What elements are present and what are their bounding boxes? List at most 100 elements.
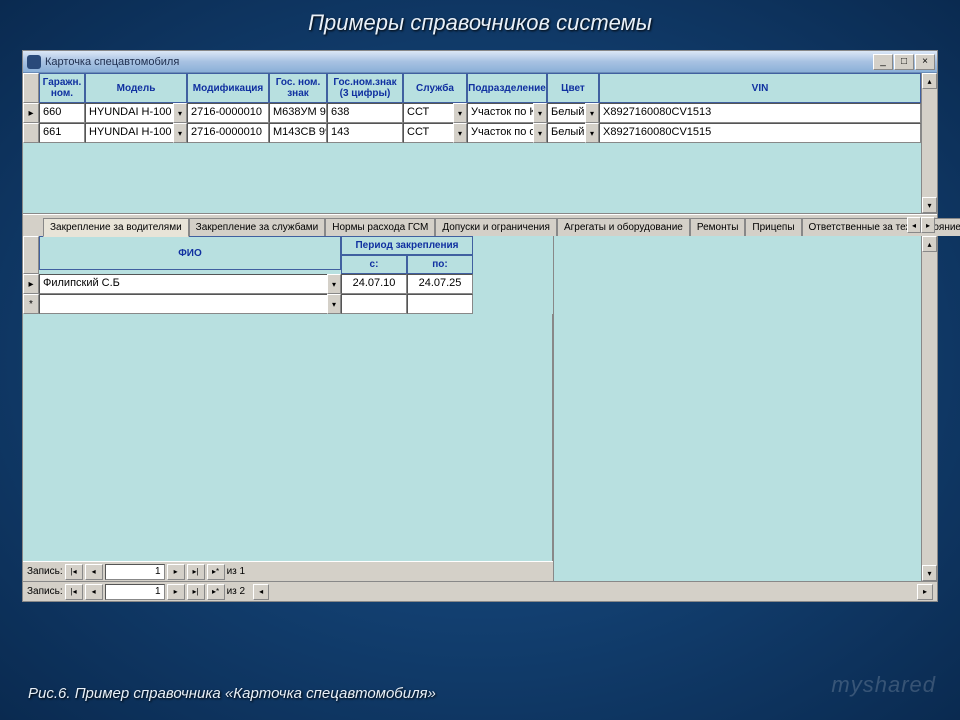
cell-garage[interactable]: 661 (39, 123, 85, 143)
table-row[interactable]: ▸ Филипский С.Б▾ 24.07.10 24.07.25 (23, 274, 553, 294)
scroll-down-icon[interactable]: ▾ (922, 565, 937, 581)
cell-fio[interactable] (39, 294, 327, 314)
table-row[interactable]: 661 HYUNDAI H-100▾ 2716-0000010 М143СВ 9… (23, 123, 921, 143)
table-row[interactable]: * ▾ (23, 294, 553, 314)
nav-next-icon[interactable]: ▸ (167, 564, 185, 580)
tab-scroll-left-icon[interactable]: ◂ (907, 217, 921, 233)
cell-color[interactable]: Белый (547, 123, 585, 143)
tab-scroll-right-icon[interactable]: ▸ (921, 217, 935, 233)
cell-model[interactable]: HYUNDAI H-100 (85, 103, 173, 123)
close-button[interactable]: × (915, 54, 935, 70)
tab-responsible[interactable]: Ответственные за тех.состояние (802, 218, 960, 236)
cell-gos3[interactable]: 143 (327, 123, 403, 143)
dropdown-icon[interactable]: ▾ (453, 103, 467, 123)
dropdown-icon[interactable]: ▾ (173, 123, 187, 143)
nav-new-icon[interactable]: ▸* (207, 584, 225, 600)
nav-first-icon[interactable]: |◂ (65, 584, 83, 600)
col-model[interactable]: Модель (85, 73, 187, 103)
figure-caption: Рис.6. Пример справочника «Карточка спец… (28, 685, 436, 702)
cell-service[interactable]: ССТ (403, 123, 453, 143)
col-period[interactable]: Период закрепления (341, 236, 473, 255)
cell-from[interactable] (341, 294, 407, 314)
col-color[interactable]: Цвет (547, 73, 599, 103)
cell-to[interactable]: 24.07.25 (407, 274, 473, 294)
dropdown-icon[interactable]: ▾ (173, 103, 187, 123)
cell-to[interactable] (407, 294, 473, 314)
col-garage[interactable]: Гаражн. ном. (39, 73, 85, 103)
record-label: Запись: (27, 586, 63, 597)
cell-dept[interactable]: Участок по КС (467, 103, 533, 123)
scroll-right-icon[interactable]: ▸ (917, 584, 933, 600)
col-mod[interactable]: Модификация (187, 73, 269, 103)
cell-mod[interactable]: 2716-0000010 (187, 103, 269, 123)
vehicle-grid[interactable]: Гаражн. ном. Модель Модификация Гос. ном… (23, 73, 921, 213)
col-gos3[interactable]: Гос.ном.знак (3 цифры) (327, 73, 403, 103)
scroll-left-icon[interactable]: ◂ (253, 584, 269, 600)
cell-from[interactable]: 24.07.10 (341, 274, 407, 294)
tab-fuel[interactable]: Нормы расхода ГСМ (325, 218, 435, 236)
col-fio[interactable]: ФИО (39, 236, 341, 270)
scroll-down-icon[interactable]: ▾ (922, 197, 937, 213)
tab-drivers[interactable]: Закрепление за водителями (43, 218, 189, 237)
dropdown-icon[interactable]: ▾ (453, 123, 467, 143)
row-selector-icon[interactable] (23, 123, 39, 143)
table-row[interactable]: ▸ 660 HYUNDAI H-100▾ 2716-0000010 М638УМ… (23, 103, 921, 123)
col-service[interactable]: Служба (403, 73, 467, 103)
outer-record-nav: Запись: |◂ ◂ 1 ▸ ▸| ▸* из 2 ◂ ▸ (23, 581, 937, 601)
cell-model[interactable]: HYUNDAI H-100 (85, 123, 173, 143)
record-number[interactable]: 1 (105, 584, 165, 600)
nav-prev-icon[interactable]: ◂ (85, 564, 103, 580)
cell-gos[interactable]: М143СВ 99 (269, 123, 327, 143)
cell-fio[interactable]: Филипский С.Б (39, 274, 327, 294)
main-vscroll[interactable]: ▴ ▾ (921, 73, 937, 213)
record-number[interactable]: 1 (105, 564, 165, 580)
dropdown-icon[interactable]: ▾ (533, 103, 547, 123)
nav-first-icon[interactable]: |◂ (65, 564, 83, 580)
cell-vin[interactable]: X8927160080CV1515 (599, 123, 921, 143)
scroll-up-icon[interactable]: ▴ (922, 236, 937, 252)
nav-next-icon[interactable]: ▸ (167, 584, 185, 600)
cell-service[interactable]: ССТ (403, 103, 453, 123)
outer-hscroll[interactable]: ◂ ▸ (253, 584, 933, 600)
record-of: из 1 (227, 566, 246, 577)
cell-color[interactable]: Белый (547, 103, 585, 123)
col-to[interactable]: по: (407, 255, 473, 274)
dropdown-icon[interactable]: ▾ (585, 103, 599, 123)
nav-last-icon[interactable]: ▸| (187, 564, 205, 580)
new-row-icon[interactable]: * (23, 294, 39, 314)
tab-services[interactable]: Закрепление за службами (189, 218, 326, 236)
app-icon (27, 55, 41, 69)
row-selector-icon[interactable]: ▸ (23, 274, 39, 294)
tab-equipment[interactable]: Агрегаты и оборудование (557, 218, 690, 236)
row-selector-icon[interactable]: ▸ (23, 103, 39, 123)
minimize-button[interactable]: _ (873, 54, 893, 70)
dropdown-icon[interactable]: ▾ (327, 294, 341, 314)
nav-last-icon[interactable]: ▸| (187, 584, 205, 600)
tab-permits[interactable]: Допуски и ограничения (435, 218, 557, 236)
tab-repairs[interactable]: Ремонты (690, 218, 746, 236)
col-from[interactable]: с: (341, 255, 407, 274)
cell-vin[interactable]: X8927160080CV1513 (599, 103, 921, 123)
sub-vscroll[interactable]: ▴ ▾ (921, 236, 937, 581)
scroll-up-icon[interactable]: ▴ (922, 73, 937, 89)
cell-gos3[interactable]: 638 (327, 103, 403, 123)
app-window: Карточка спецавтомобиля _ □ × Гаражн. но… (22, 50, 938, 602)
tab-strip: Закрепление за водителями Закрепление за… (23, 214, 937, 236)
col-vin[interactable]: VIN (599, 73, 921, 103)
cell-dept[interactable]: Участок по об (467, 123, 533, 143)
inner-record-nav: Запись: |◂ ◂ 1 ▸ ▸| ▸* из 1 (23, 561, 553, 581)
cell-gos[interactable]: М638УМ 99 (269, 103, 327, 123)
col-dept[interactable]: Подразделение (467, 73, 547, 103)
tab-trailers[interactable]: Прицепы (745, 218, 801, 236)
cell-garage[interactable]: 660 (39, 103, 85, 123)
dropdown-icon[interactable]: ▾ (585, 123, 599, 143)
dropdown-icon[interactable]: ▾ (533, 123, 547, 143)
col-gos[interactable]: Гос. ном. знак (269, 73, 327, 103)
nav-prev-icon[interactable]: ◂ (85, 584, 103, 600)
slide-title: Примеры справочников системы (0, 0, 960, 42)
cell-mod[interactable]: 2716-0000010 (187, 123, 269, 143)
nav-new-icon[interactable]: ▸* (207, 564, 225, 580)
dropdown-icon[interactable]: ▾ (327, 274, 341, 294)
driver-grid[interactable]: ФИО Период закрепления с: по: ▸ Филипски… (23, 236, 553, 314)
maximize-button[interactable]: □ (894, 54, 914, 70)
